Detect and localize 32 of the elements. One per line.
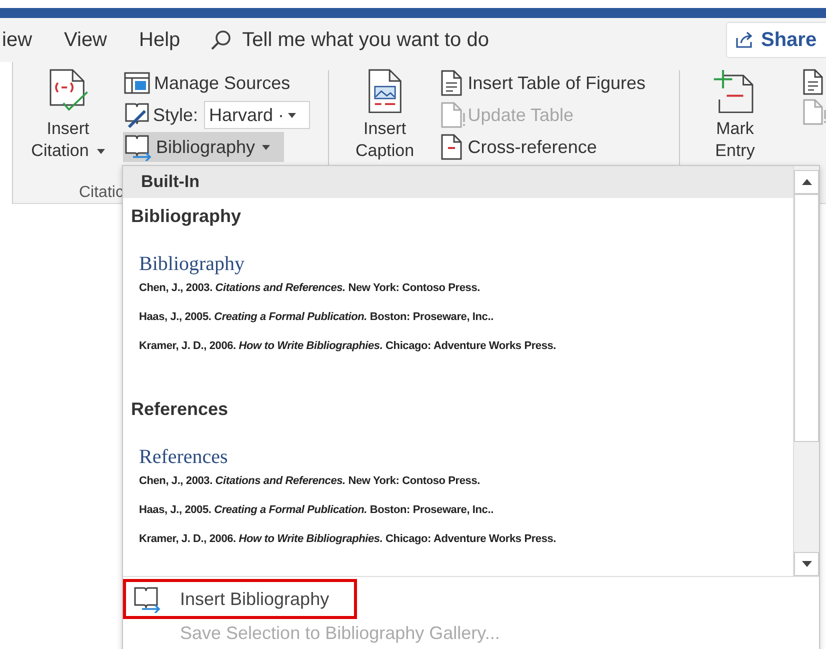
scroll-up-icon[interactable]	[802, 179, 812, 185]
search-field[interactable]: Tell me what you want to do	[242, 28, 562, 52]
bibliography-menu-button[interactable]: Bibliography	[123, 132, 284, 162]
caret-icon	[96, 148, 105, 154]
ribbon-button[interactable]: Cross-reference	[436, 132, 603, 162]
share-icon	[735, 31, 755, 49]
style-icon	[123, 101, 151, 129]
scroll-down-icon[interactable]	[802, 561, 812, 567]
menu-header: Built-In	[123, 166, 793, 198]
book-arrow-icon	[123, 133, 153, 161]
ribbon-tab[interactable]: View	[50, 28, 126, 52]
caret-icon	[262, 144, 270, 150]
group-label: Citatic	[78, 184, 124, 202]
style-dropdown[interactable]: Harvard ·	[204, 101, 310, 129]
search-icon	[210, 29, 232, 51]
menu-item[interactable]: Insert Bibliography	[123, 579, 357, 619]
section-heading: References	[130, 398, 230, 421]
ribbon-button[interactable]: Insert Caption	[342, 66, 427, 164]
gallery-item[interactable]: References Chen, J., 2003. Citations and References. New York: Contoso Press. Haas, J., 2005. Creating a Formal Publication. Boston: Proseware, Inc.. Kramer, J. D., 2006. How to Write Bibliographies. Chicago: Adventure Works Press.	[123, 425, 793, 570]
ribbon-tab[interactable]: iew	[0, 28, 50, 52]
style-label: Style:	[153, 104, 198, 126]
ribbon-button[interactable]: Insert Table of Figures	[436, 68, 652, 98]
book-arrow-icon	[132, 585, 162, 613]
section-heading: Bibliography	[130, 205, 242, 228]
ribbon-tab[interactable]: Help	[125, 28, 198, 52]
share-button[interactable]: Share	[726, 22, 826, 58]
caret-icon	[288, 112, 296, 118]
ribbon-button[interactable]: Mark Entry	[690, 66, 780, 164]
ribbon-button[interactable]: Insert Citation	[23, 66, 113, 164]
scrollbar[interactable]	[793, 166, 819, 576]
ribbon-button[interactable]: Manage Sources	[123, 68, 296, 98]
gallery-item[interactable]: Bibliography Chen, J., 2003. Citations and References. New York: Contoso Press. Haas, J., 2005. Creating a Formal Publication. Boston: Proseware, Inc.. Kramer, J. D., 2006. How to Write Bibliographies. Chicago: Adventure Works Press.	[123, 232, 793, 377]
